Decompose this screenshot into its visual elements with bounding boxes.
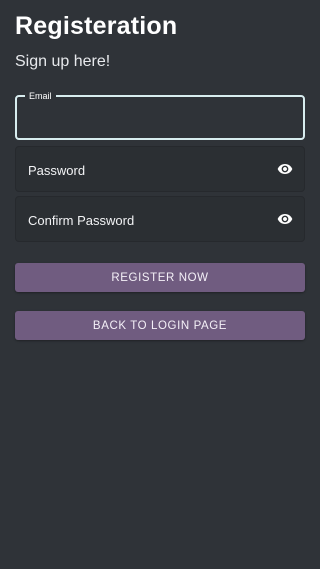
page-subtitle: Sign up here! [15, 53, 111, 70]
confirm-password-field[interactable] [15, 196, 305, 242]
email-label: Email [25, 90, 56, 102]
email-input[interactable] [27, 109, 293, 129]
register-button[interactable]: REGISTER NOW [15, 263, 305, 292]
page-title: Registeration [15, 12, 178, 40]
eye-icon[interactable] [275, 211, 295, 227]
email-field[interactable]: Email [15, 90, 305, 140]
password-field[interactable] [15, 146, 305, 192]
confirm-password-input[interactable] [28, 211, 258, 229]
eye-icon[interactable] [275, 161, 295, 177]
back-to-login-button[interactable]: BACK TO LOGIN PAGE [15, 311, 305, 340]
password-input[interactable] [28, 161, 258, 179]
